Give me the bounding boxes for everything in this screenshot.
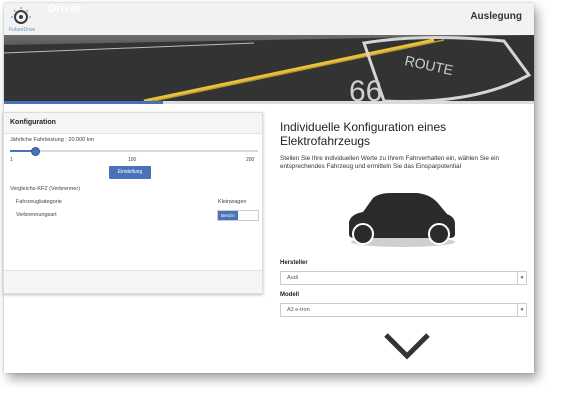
- tab-driver[interactable]: Driver: [48, 3, 82, 15]
- progress-bar: [4, 101, 534, 104]
- progress-fill: [4, 101, 163, 104]
- model-value: A3 e-tron: [287, 307, 310, 313]
- mileage-label: Jährliche Fahrleistung : 20.000 km: [10, 137, 95, 143]
- main-title: Individuelle Konfiguration eines Elektro…: [280, 120, 447, 148]
- panel-footer: [4, 270, 262, 293]
- manufacturer-select[interactable]: Audi ▾: [280, 271, 527, 285]
- logo-text: FutureDrive: [9, 27, 36, 33]
- fuel-toggle-value[interactable]: Benzin: [218, 211, 238, 220]
- slider-max-label: 200: [246, 157, 255, 163]
- mileage-slider[interactable]: [10, 147, 258, 156]
- header-bar: FutureDrive Driver Auslegung: [4, 3, 534, 35]
- slider-handle[interactable]: [30, 147, 40, 156]
- category-value[interactable]: Kleinwagen: [218, 199, 246, 205]
- scroll-down-chevron-icon[interactable]: [383, 331, 431, 361]
- chevron-down-icon[interactable]: ▾: [517, 304, 526, 316]
- car-silhouette-icon: [349, 193, 455, 247]
- fuel-label: Verbrennungsart: [16, 212, 57, 218]
- configuration-panel: Konfiguration Jährliche Fahrleistung : 2…: [3, 112, 263, 294]
- svg-text:66: 66: [349, 75, 382, 101]
- page-title: Auslegung: [470, 11, 522, 22]
- category-label: Fahrzeugkategorie: [16, 199, 62, 205]
- slider-mid-label: 100: [128, 157, 137, 163]
- manufacturer-label: Hersteller: [280, 260, 308, 266]
- compare-heading: Vergleichs-KFZ (Verbrenner): [10, 186, 80, 192]
- main-description: Stellen Sie Ihre individuellen Werte zu …: [280, 155, 499, 170]
- fuel-toggle[interactable]: Benzin: [217, 210, 259, 221]
- chevron-down-icon[interactable]: ▾: [517, 272, 526, 284]
- model-label: Modell: [280, 292, 299, 298]
- road-banner-image: ROUTE 66: [4, 35, 534, 101]
- panel-title: Konfiguration: [4, 113, 262, 134]
- manufacturer-value: Audi: [287, 275, 299, 281]
- model-select[interactable]: A3 e-tron ▾: [280, 303, 527, 317]
- slider-min-label: 1: [10, 157, 13, 163]
- settings-button[interactable]: Einstellung: [109, 166, 151, 179]
